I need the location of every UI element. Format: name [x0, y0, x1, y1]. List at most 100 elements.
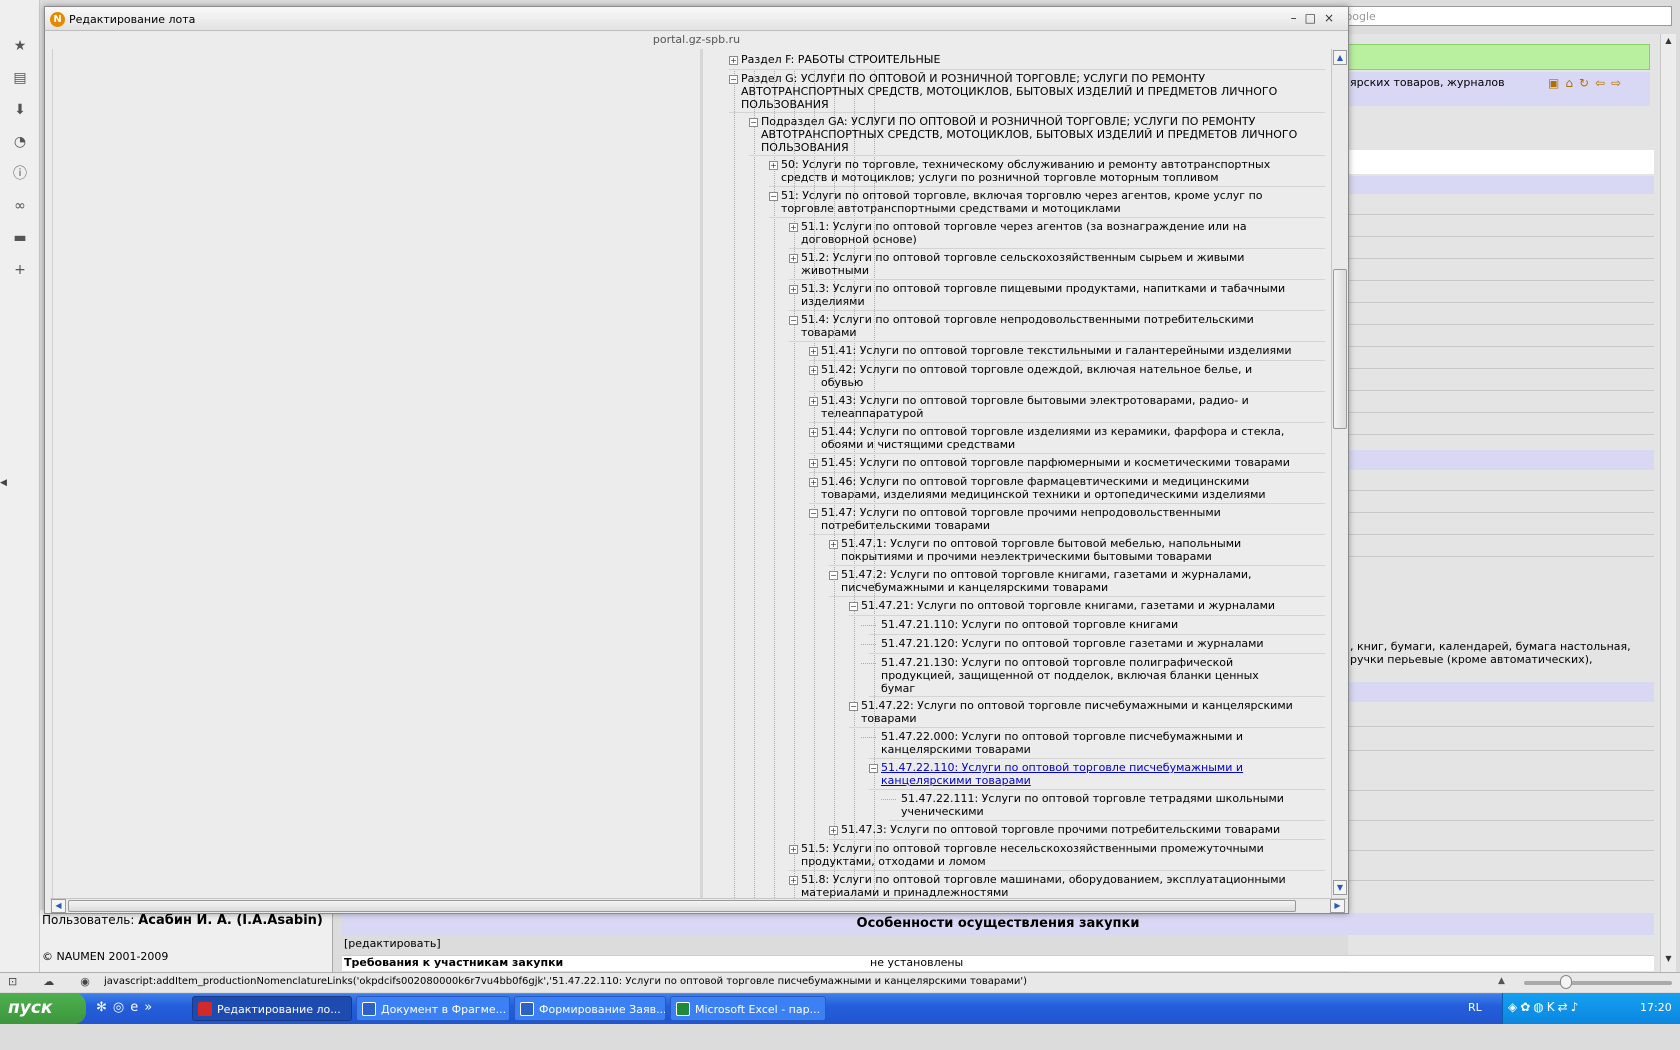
tree-node[interactable]: 51.47.22.111: Услуги по оптовой торговле…: [881, 792, 1325, 821]
tree-node[interactable]: +51.3: Услуги по оптовой торговле пищевы…: [789, 282, 1325, 311]
search-input[interactable]: Google: [1330, 6, 1672, 26]
edit-link[interactable]: [редактировать]: [344, 937, 441, 950]
green-icon[interactable]: ✿: [1520, 1000, 1533, 1014]
expand-icon[interactable]: +: [789, 876, 798, 885]
note-icon[interactable]: ▤: [12, 70, 28, 86]
tree-node[interactable]: −51.47.2: Услуги по оптовой торговле кни…: [829, 568, 1325, 597]
back-icon[interactable]: ⇦: [1595, 76, 1611, 90]
tree-node[interactable]: −51: Услуги по оптовой торговле, включая…: [769, 189, 1325, 218]
tree-scrollbar[interactable]: ▲ ▼: [1331, 49, 1348, 898]
star-icon[interactable]: ★: [12, 38, 28, 54]
antivirus-icon[interactable]: K: [1547, 1000, 1558, 1014]
horizontal-scrollbar[interactable]: ◀ ▶: [50, 898, 1347, 913]
panel-icon[interactable]: ▬: [12, 230, 28, 246]
expand-icon[interactable]: +: [809, 459, 818, 468]
scroll-down-icon[interactable]: ▼: [1662, 954, 1675, 968]
link-icon[interactable]: ∞: [12, 198, 28, 214]
scroll-left-icon[interactable]: ◀: [51, 899, 66, 913]
home-icon[interactable]: ⌂: [1565, 76, 1579, 90]
expand-icon[interactable]: +: [809, 428, 818, 437]
info-icon[interactable]: ⓘ: [12, 166, 28, 182]
zoom-menu-icon[interactable]: ▲: [1498, 976, 1505, 986]
expand-icon[interactable]: +: [789, 285, 798, 294]
connection-icon[interactable]: ⇄: [1558, 1000, 1571, 1014]
language-indicator[interactable]: RL: [1468, 1001, 1482, 1014]
pane-splitter[interactable]: [700, 49, 703, 898]
tree-node[interactable]: −51.47: Услуги по оптовой торговле прочи…: [809, 506, 1325, 535]
collapse-icon[interactable]: −: [849, 602, 858, 611]
tree-node[interactable]: +51.45: Услуги по оптовой торговле парфю…: [809, 456, 1325, 473]
forward-icon[interactable]: ⇨: [1611, 76, 1627, 90]
expand-icon[interactable]: +: [809, 347, 818, 356]
tree-node[interactable]: 51.47.21.120: Услуги по оптовой торговле…: [861, 637, 1325, 654]
zoom-slider[interactable]: [1524, 981, 1672, 985]
tree-node[interactable]: − Раздел G: УСЛУГИ ПО ОПТОВОЙ И РОЗНИЧНОЙ…: [729, 72, 1325, 113]
expand-icon[interactable]: +: [789, 223, 798, 232]
tree-node[interactable]: 51.47.22.000: Услуги по оптовой торговле…: [861, 730, 1325, 759]
taskbar-item-excel[interactable]: Microsoft Excel - пар...: [670, 996, 826, 1021]
tree-node[interactable]: +51.1: Услуги по оптовой торговле через …: [789, 220, 1325, 249]
start-button[interactable]: пуск: [0, 993, 86, 1024]
shield-icon[interactable]: ◈: [1508, 1000, 1520, 1014]
collapse-icon[interactable]: −: [849, 702, 858, 711]
collapse-icon[interactable]: −: [749, 118, 758, 127]
scroll-up-icon[interactable]: ▲: [1662, 36, 1675, 50]
collapse-icon[interactable]: −: [809, 509, 818, 518]
expand-icon[interactable]: +: [829, 826, 838, 835]
expand-icon[interactable]: +: [789, 845, 798, 854]
refresh-icon[interactable]: ↻: [1579, 76, 1595, 90]
collapse-icon[interactable]: −: [869, 764, 878, 773]
tree-node[interactable]: +51.8: Услуги по оптовой торговле машина…: [789, 873, 1325, 898]
taskbar-item-opera[interactable]: Редактирование ло...: [192, 996, 352, 1021]
scrollbar-thumb[interactable]: [68, 900, 1296, 912]
maximize-icon[interactable]: □: [1305, 11, 1324, 25]
tree-node[interactable]: +51.44: Услуги по оптовой торговле издел…: [809, 425, 1325, 454]
add-icon[interactable]: +: [12, 262, 28, 278]
minimize-icon[interactable]: –: [1291, 11, 1305, 25]
folder-icon[interactable]: ▣: [1548, 76, 1565, 90]
taskbar-item-word[interactable]: Документ в Фрагме...: [356, 996, 510, 1021]
panel-toggle-icon[interactable]: ⊡: [8, 975, 43, 988]
tree-node[interactable]: +50: Услуги по торговле, техническому об…: [769, 158, 1325, 187]
expand-icon[interactable]: +: [789, 254, 798, 263]
tree-node[interactable]: + Раздел F: РАБОТЫ СТРОИТЕЛЬНЫЕ: [729, 53, 1325, 70]
expand-icon[interactable]: +: [809, 478, 818, 487]
download-icon[interactable]: ⬇: [12, 102, 28, 118]
network-icon[interactable]: ◍: [1533, 1000, 1546, 1014]
page-scrollbar[interactable]: ▲ ▼: [1660, 34, 1676, 972]
expand-icon[interactable]: +: [809, 366, 818, 375]
tree-node[interactable]: +51.41: Услуги по оптовой торговле текст…: [809, 344, 1325, 361]
scroll-up-icon[interactable]: ▲: [1333, 50, 1347, 65]
tree-node[interactable]: +51.47.3: Услуги по оптовой торговле про…: [829, 823, 1325, 840]
volume-icon[interactable]: ♪: [1571, 1000, 1582, 1014]
close-icon[interactable]: ×: [1324, 11, 1342, 25]
cloud-icon[interactable]: ☁: [43, 975, 80, 988]
tree-node[interactable]: +51.42: Услуги по оптовой торговле одежд…: [809, 363, 1325, 392]
scrollbar-thumb[interactable]: [1333, 269, 1347, 429]
tree-node[interactable]: +51.43: Услуги по оптовой торговле бытов…: [809, 394, 1325, 423]
collapse-icon[interactable]: −: [829, 571, 838, 580]
tree-node[interactable]: −51.47.22.110: Услуги по оптовой торговл…: [869, 761, 1325, 790]
tree-node[interactable]: −51.47.21: Услуги по оптовой торговле кн…: [849, 599, 1325, 616]
expand-icon[interactable]: +: [729, 56, 738, 65]
dialog-titlebar[interactable]: N Редактирование лота –□×: [45, 7, 1348, 31]
taskbar-item-word-2[interactable]: Формирование Заяв...: [514, 996, 666, 1021]
expand-icon[interactable]: +: [829, 540, 838, 549]
tree-node[interactable]: −51.4: Услуги по оптовой торговле непрод…: [789, 313, 1325, 342]
history-icon[interactable]: ◔: [12, 134, 28, 150]
tree-node[interactable]: −51.47.22: Услуги по оптовой торговле пи…: [849, 699, 1325, 728]
more-icon[interactable]: »: [144, 1000, 158, 1015]
expand-icon[interactable]: +: [769, 161, 778, 170]
collapse-icon[interactable]: −: [769, 192, 778, 201]
collapse-icon[interactable]: −: [789, 316, 798, 325]
tree-node[interactable]: +51.47.1: Услуги по оптовой торговле быт…: [829, 537, 1325, 566]
app-icon[interactable]: ✻: [96, 1000, 113, 1015]
tree-node[interactable]: +51.5: Услуги по оптовой торговле несель…: [789, 842, 1325, 871]
zoom-slider-handle[interactable]: [1560, 975, 1572, 989]
collapse-icon[interactable]: −: [729, 75, 738, 84]
tree-node[interactable]: +51.46: Услуги по оптовой торговле фарма…: [809, 475, 1325, 504]
expand-icon[interactable]: +: [809, 397, 818, 406]
tree-node[interactable]: +51.2: Услуги по оптовой торговле сельск…: [789, 251, 1325, 280]
collapse-panel-icon[interactable]: ◀: [0, 478, 7, 488]
ie-icon[interactable]: e: [130, 1000, 144, 1015]
